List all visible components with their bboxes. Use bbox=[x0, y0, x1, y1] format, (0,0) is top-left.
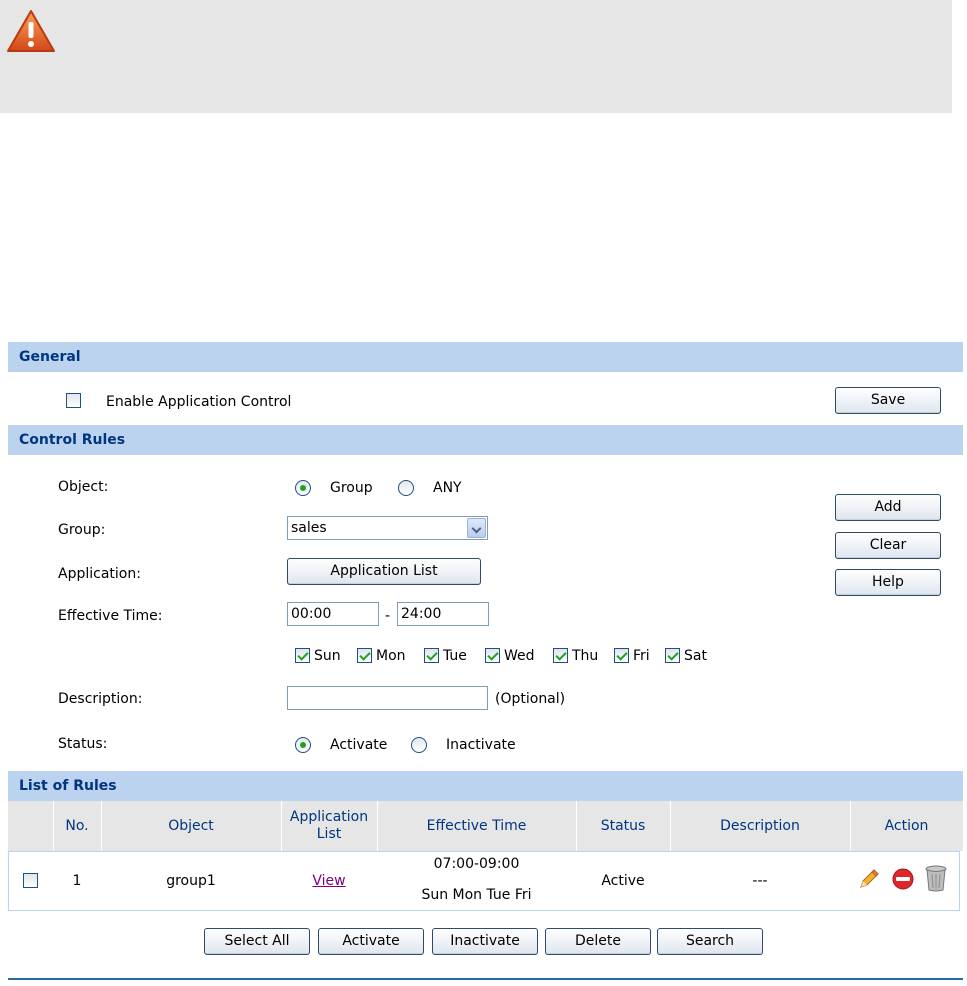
row-no: 1 bbox=[72, 873, 82, 889]
description-hint: (Optional) bbox=[495, 691, 566, 707]
object-group-radio[interactable] bbox=[295, 480, 311, 496]
warning-notice bbox=[0, 0, 952, 113]
day-mon-checkbox[interactable] bbox=[357, 648, 372, 663]
day-fri-checkbox[interactable] bbox=[614, 648, 629, 663]
group-select-value: sales bbox=[291, 520, 327, 536]
status-inactivate-radio[interactable] bbox=[411, 737, 427, 753]
row-object: group1 bbox=[166, 873, 216, 889]
save-button[interactable]: Save bbox=[835, 387, 941, 414]
day-wed-checkbox[interactable] bbox=[485, 648, 500, 663]
object-group-label: Group bbox=[330, 480, 373, 496]
description-label: Description: bbox=[58, 691, 143, 707]
day-sat-checkbox[interactable] bbox=[665, 648, 680, 663]
column-header-status: Status bbox=[600, 817, 646, 834]
group-label: Group: bbox=[58, 522, 106, 538]
edit-pencil-icon[interactable] bbox=[857, 867, 881, 891]
column-header-object: Object bbox=[168, 817, 214, 834]
help-button[interactable]: Help bbox=[835, 569, 941, 596]
chevron-down-icon[interactable] bbox=[467, 518, 486, 538]
time-end-input[interactable]: 24:00 bbox=[397, 602, 489, 626]
warning-icon bbox=[7, 10, 55, 52]
search-button[interactable]: Search bbox=[657, 928, 763, 955]
time-start-input[interactable]: 00:00 bbox=[287, 602, 379, 626]
application-label: Application: bbox=[58, 566, 141, 582]
day-wed-label: Wed bbox=[504, 648, 535, 664]
day-sun-label: Sun bbox=[314, 648, 341, 664]
control-rules-header: Control Rules bbox=[8, 425, 963, 455]
disable-icon[interactable] bbox=[891, 867, 915, 891]
day-sun-checkbox[interactable] bbox=[295, 648, 310, 663]
day-thu-label: Thu bbox=[572, 648, 599, 664]
day-mon-label: Mon bbox=[376, 648, 406, 664]
application-list-button[interactable]: Application List bbox=[287, 558, 481, 585]
day-fri-label: Fri bbox=[633, 648, 650, 664]
description-input[interactable] bbox=[287, 686, 488, 710]
clear-button[interactable]: Clear bbox=[835, 532, 941, 559]
object-any-radio[interactable] bbox=[398, 480, 414, 496]
add-button[interactable]: Add bbox=[835, 494, 941, 521]
day-sat-label: Sat bbox=[684, 648, 707, 664]
row-effective-time: 07:00-09:00 bbox=[433, 856, 520, 872]
row-status: Active bbox=[601, 873, 645, 889]
day-thu-checkbox[interactable] bbox=[553, 648, 568, 663]
row-select-checkbox[interactable] bbox=[23, 873, 38, 888]
group-select[interactable]: sales bbox=[287, 516, 488, 540]
activate-button[interactable]: Activate bbox=[318, 928, 424, 955]
object-label: Object: bbox=[58, 479, 109, 495]
status-activate-label: Activate bbox=[330, 737, 388, 753]
column-header-application-list: Application List bbox=[289, 809, 369, 842]
column-header-effective-time: Effective Time bbox=[426, 817, 527, 834]
day-tue-label: Tue bbox=[443, 648, 467, 664]
delete-button[interactable]: Delete bbox=[545, 928, 651, 955]
object-any-label: ANY bbox=[433, 480, 462, 496]
status-inactivate-label: Inactivate bbox=[446, 737, 516, 753]
inactivate-button[interactable]: Inactivate bbox=[432, 928, 538, 955]
select-all-button[interactable]: Select All bbox=[204, 928, 310, 955]
day-tue-checkbox[interactable] bbox=[424, 648, 439, 663]
bottom-divider bbox=[8, 978, 963, 980]
column-header-action: Action bbox=[884, 817, 929, 834]
enable-application-control-label: Enable Application Control bbox=[106, 394, 292, 410]
effective-time-label: Effective Time: bbox=[58, 608, 163, 624]
row-application-view-link[interactable]: View bbox=[281, 872, 377, 890]
time-separator: - bbox=[385, 608, 391, 624]
row-effective-days: Sun Mon Tue Fri bbox=[421, 887, 532, 903]
column-header-no: No. bbox=[65, 817, 89, 834]
enable-application-control-checkbox[interactable] bbox=[66, 393, 81, 408]
row-description: --- bbox=[752, 873, 768, 889]
delete-trash-icon[interactable] bbox=[925, 864, 947, 892]
status-activate-radio[interactable] bbox=[295, 737, 311, 753]
list-of-rules-header: List of Rules bbox=[8, 771, 963, 801]
status-label: Status: bbox=[58, 736, 108, 752]
column-header-description: Description bbox=[720, 817, 800, 834]
general-header: General bbox=[8, 342, 963, 372]
